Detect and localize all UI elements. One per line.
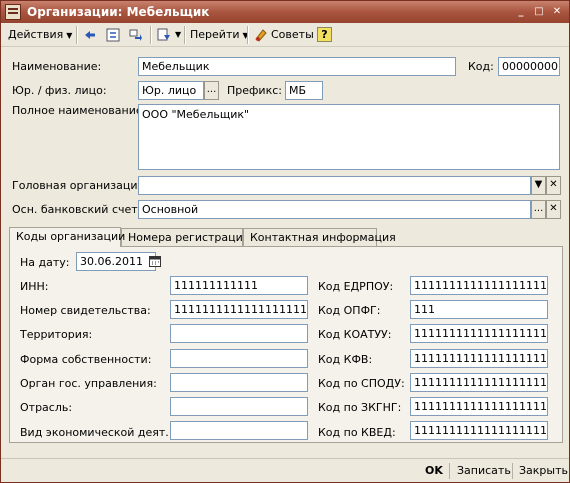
spodu-label: Код по СПОДУ:	[318, 377, 405, 390]
actions-label: Действия	[8, 28, 64, 41]
chevron-down-icon[interactable]: ▼	[531, 176, 546, 195]
bank-account-label: Осн. банковский счет:	[12, 203, 142, 216]
close-icon[interactable]: ✕	[549, 5, 565, 19]
toolbar-separator	[150, 26, 151, 44]
footer-separator	[512, 463, 513, 479]
back-arrow-icon[interactable]	[82, 27, 98, 43]
koatuu-field[interactable]: 1111111111111111111	[410, 324, 548, 343]
close-button[interactable]: Закрыть	[519, 463, 568, 479]
toolbar: Действия ▼ ▼ Перейти ▼ Советы ?	[1, 23, 569, 47]
date-field[interactable]: 30.06.2011	[76, 252, 156, 271]
ok-button[interactable]: OK	[425, 463, 443, 479]
toolbar-separator	[76, 26, 77, 44]
prefix-field[interactable]: МБ	[285, 81, 323, 100]
document-icon	[5, 4, 21, 20]
edrpou-label: Код ЕДРПОУ:	[318, 280, 394, 293]
ownership-form-field[interactable]	[170, 349, 308, 368]
industry-label: Отрасль:	[20, 401, 73, 414]
minimize-icon[interactable]: _	[513, 5, 529, 19]
org-codes-panel: На дату: 30.06.2011 ИНН: 111111111111 Но…	[9, 246, 563, 443]
inn-label: ИНН:	[20, 280, 49, 293]
edrpou-field[interactable]: 1111111111111111111	[410, 276, 548, 295]
inn-field[interactable]: 111111111111	[170, 276, 308, 295]
window-title: Организации: Мебельщик	[27, 5, 210, 19]
fullname-field[interactable]: ООО "Мебельщик"	[138, 104, 560, 170]
koatuu-label: Код КОАТУУ:	[318, 328, 392, 341]
spodu-field[interactable]: 1111111111111111111	[410, 373, 548, 392]
zkgng-label: Код по ЗКГНГ:	[318, 401, 402, 414]
create-based-icon[interactable]	[156, 27, 172, 43]
kved-field[interactable]: 1111111111111111111	[410, 421, 548, 440]
head-org-label: Головная организация:	[12, 179, 148, 192]
territory-field[interactable]	[170, 324, 308, 343]
date-label: На дату:	[20, 256, 70, 269]
organization-window: Организации: Мебельщик _ □ ✕ Действия ▼ ▼…	[0, 0, 570, 483]
gov-body-label: Орган гос. управления:	[20, 377, 157, 390]
prefix-label: Префикс:	[227, 84, 282, 97]
head-org-field[interactable]	[138, 176, 531, 195]
legal-type-label: Юр. / физ. лицо:	[12, 84, 107, 97]
actions-menu[interactable]: Действия ▼	[8, 26, 72, 44]
tips-button[interactable]: Советы	[271, 26, 314, 44]
tab-org-codes[interactable]: Коды организации	[9, 227, 125, 247]
economic-activity-label: Вид экономической деят.:	[20, 426, 173, 439]
tab-registration-numbers[interactable]: Номера регистрации	[121, 228, 250, 246]
help-button[interactable]: ?	[317, 27, 332, 42]
clear-icon[interactable]: ✕	[546, 176, 561, 195]
tips-label: Советы	[271, 28, 314, 41]
industry-field[interactable]	[170, 397, 308, 416]
button-bar: OK Записать Закрыть	[1, 458, 569, 482]
kved-label: Код по КВЕД:	[318, 426, 396, 439]
kfv-label: Код КФВ:	[318, 353, 373, 366]
bank-select-button[interactable]: ...	[531, 200, 546, 219]
code-label: Код:	[468, 60, 494, 73]
maximize-icon[interactable]: □	[531, 5, 547, 19]
bank-account-field[interactable]: Основной	[138, 200, 531, 219]
legal-type-select-button[interactable]: ...	[204, 81, 219, 100]
gov-body-field[interactable]	[170, 373, 308, 392]
certificate-number-label: Номер свидетельства:	[20, 304, 151, 317]
footer-separator	[449, 463, 450, 479]
territory-label: Территория:	[20, 328, 93, 341]
toolbar-separator	[184, 26, 185, 44]
structure-icon[interactable]	[128, 27, 144, 43]
tips-icon	[255, 29, 267, 42]
refresh-icon[interactable]	[105, 27, 121, 43]
ownership-form-label: Форма собственности:	[20, 353, 152, 366]
save-button[interactable]: Записать	[457, 463, 511, 479]
kfv-field[interactable]: 1111111111111111111	[410, 349, 548, 368]
opfg-label: Код ОПФГ:	[318, 304, 381, 317]
goto-menu[interactable]: Перейти ▼	[190, 26, 249, 44]
code-field[interactable]: 000000001	[498, 57, 560, 76]
certificate-number-field[interactable]: 11111111111111111111	[170, 300, 308, 319]
chevron-down-icon[interactable]: ▼	[175, 26, 181, 44]
title-bar[interactable]: Организации: Мебельщик _ □ ✕	[1, 1, 569, 23]
chevron-down-icon: ▼	[66, 31, 73, 40]
legal-type-field[interactable]: Юр. лицо	[138, 81, 204, 100]
opfg-field[interactable]: 111	[410, 300, 548, 319]
economic-activity-field[interactable]	[170, 421, 308, 440]
clear-icon[interactable]: ✕	[546, 200, 561, 219]
name-field[interactable]: Мебельщик	[138, 57, 456, 76]
calendar-icon[interactable]	[149, 255, 161, 267]
tab-contact-info[interactable]: Контактная информация	[243, 228, 396, 246]
toolbar-separator	[247, 26, 248, 44]
goto-label: Перейти	[190, 28, 240, 41]
fullname-label: Полное наименование:	[12, 104, 147, 117]
name-label: Наименование:	[12, 60, 102, 73]
zkgng-field[interactable]: 1111111111111111111	[410, 397, 548, 416]
